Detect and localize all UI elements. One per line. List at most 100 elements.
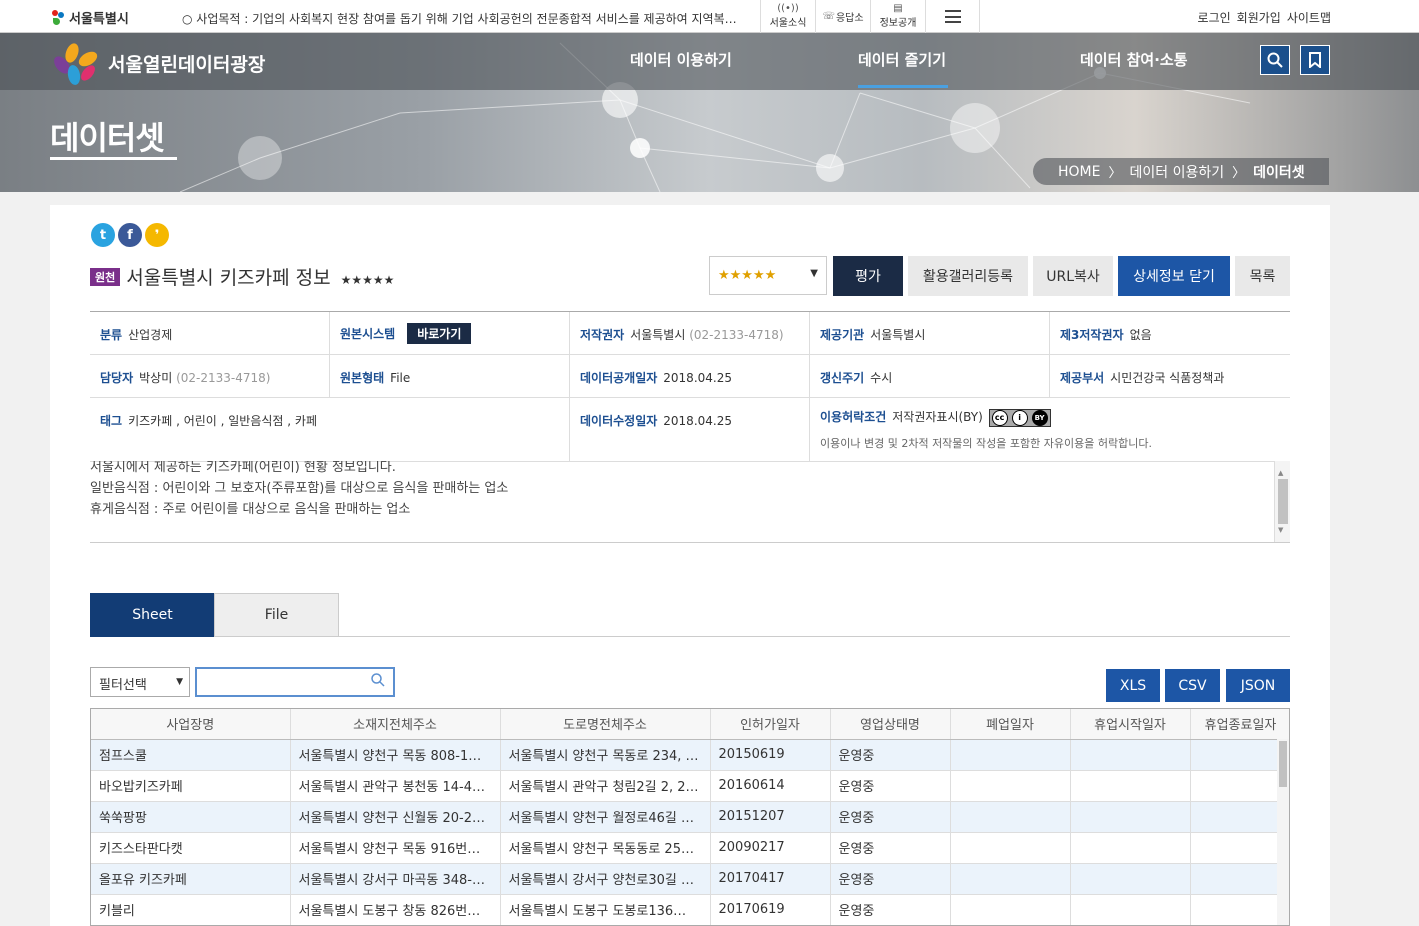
table-cell[interactable]: 점프스쿨 [91, 739, 291, 771]
table-cell[interactable] [1070, 832, 1191, 864]
column-header[interactable]: 영업상태명 [830, 709, 951, 740]
table-cell[interactable]: 서울특별시 양천구 목동 808-1… [290, 739, 501, 771]
table-row[interactable]: 키즈스타판다캣 서울특별시 양천구 목동 916번… 서울특별시 양천구 목동동로 … [91, 832, 1289, 864]
nav-participate[interactable]: 데이터 참여·소통 [1080, 49, 1188, 70]
table-cell[interactable]: 키블리 [91, 894, 291, 925]
table-cell[interactable]: 서울특별시 관악구 봉천동 14-4… [290, 770, 501, 802]
filter-search-input[interactable] [197, 669, 362, 695]
table-cell[interactable]: 서울특별시 양천구 신월동 20-2… [290, 801, 501, 833]
rating-select[interactable]: ★★★★★ ▼ [709, 256, 827, 295]
table-row[interactable]: 점프스쿨 서울특별시 양천구 목동 808-1… 서울특별시 양천구 목동로 234… [91, 739, 1289, 771]
table-cell[interactable]: 바오밥키즈카페 [91, 770, 291, 802]
login-link[interactable]: 로그인 [1198, 9, 1231, 26]
table-cell[interactable]: 서울특별시 양천구 목동 916번… [290, 832, 501, 864]
download-json-button[interactable]: JSON [1226, 669, 1290, 702]
kakaostory-icon[interactable]: ❜ [145, 223, 169, 247]
facebook-icon[interactable]: f [118, 223, 142, 247]
table-cell[interactable] [1190, 739, 1289, 771]
bookmark-button[interactable] [1300, 45, 1330, 75]
table-cell[interactable]: 운영중 [830, 801, 951, 833]
scrollbar-thumb[interactable] [1279, 741, 1287, 787]
table-cell[interactable]: 20150619 [710, 739, 831, 771]
table-cell[interactable]: 운영중 [830, 770, 951, 802]
column-header[interactable]: 인허가일자 [710, 709, 831, 740]
url-copy-button[interactable]: URL복사 [1033, 256, 1113, 296]
table-cell[interactable]: 서울특별시 강서구 양천로30길 … [500, 863, 711, 895]
scrollbar-thumb[interactable] [1278, 479, 1288, 524]
column-header[interactable]: 도로명전체주소 [500, 709, 711, 740]
table-cell[interactable]: 서울특별시 양천구 목동동로 25… [500, 832, 711, 864]
nav-enjoy-data[interactable]: 데이터 즐기기 [858, 49, 946, 70]
seoul-city-logo[interactable]: 서울특별시 [50, 8, 129, 27]
table-cell[interactable] [1190, 894, 1289, 925]
info-disclosure-button[interactable]: ▤ 정보공개 [870, 0, 925, 33]
table-cell[interactable]: 서울특별시 양천구 월정로46길 … [500, 801, 711, 833]
filter-select[interactable]: 필터선택 ▼ [90, 667, 190, 697]
column-header[interactable]: 휴업시작일자 [1070, 709, 1191, 740]
table-cell[interactable]: 운영중 [830, 832, 951, 864]
table-cell[interactable] [1070, 770, 1191, 802]
table-row[interactable]: 키블리 서울특별시 도봉구 창동 826번… 서울특별시 도봉구 도봉로136… 20… [91, 894, 1289, 925]
table-cell[interactable]: 키즈스타판다캣 [91, 832, 291, 864]
table-cell[interactable]: 20160614 [710, 770, 831, 802]
table-cell[interactable] [950, 894, 1071, 925]
table-cell[interactable]: 서울특별시 도봉구 창동 826번… [290, 894, 501, 925]
table-cell[interactable]: 올포유 키즈카페 [91, 863, 291, 895]
table-cell[interactable] [1190, 770, 1289, 802]
signup-link[interactable]: 회원가입 [1237, 9, 1281, 26]
table-cell[interactable] [950, 863, 1071, 895]
notice-ticker[interactable]: ○ 사업목적 : 기업의 사회복지 현장 참여를 돕기 위해 기업 사회공헌의 … [182, 10, 742, 27]
close-detail-button[interactable]: 상세정보 닫기 [1118, 256, 1230, 296]
nav-use-data[interactable]: 데이터 이용하기 [630, 49, 732, 70]
column-header[interactable]: 사업장명 [91, 709, 291, 740]
go-source-button[interactable]: 바로가기 [407, 323, 472, 344]
table-cell[interactable] [1070, 894, 1191, 925]
column-header[interactable]: 폐업일자 [950, 709, 1071, 740]
twitter-icon[interactable]: t [91, 223, 115, 247]
table-cell[interactable] [1070, 739, 1191, 771]
table-cell[interactable]: 쑥쑥팡팡 [91, 801, 291, 833]
download-xls-button[interactable]: XLS [1106, 669, 1160, 702]
table-cell[interactable] [950, 770, 1071, 802]
table-row[interactable]: 쑥쑥팡팡 서울특별시 양천구 신월동 20-2… 서울특별시 양천구 월정로46길 … [91, 801, 1289, 833]
table-cell[interactable] [1190, 801, 1289, 833]
response-center-button[interactable]: ☏ 응답소 [815, 0, 870, 33]
table-cell[interactable] [1190, 832, 1289, 864]
table-cell[interactable]: 서울특별시 양천구 목동로 234, … [500, 739, 711, 771]
dataset-description[interactable]: 서울시에서 제공하는 키즈카페(어린이) 현황 정보입니다. 일반음식점 : 어… [90, 461, 1290, 543]
table-cell[interactable]: 서울특별시 도봉구 도봉로136… [500, 894, 711, 925]
table-cell[interactable]: 20151207 [710, 801, 831, 833]
table-cell[interactable]: 서울특별시 강서구 마곡동 348-… [290, 863, 501, 895]
column-header[interactable]: 휴업종료일자 [1190, 709, 1289, 740]
tab-file[interactable]: File [214, 593, 339, 637]
description-scrollbar[interactable]: ▲ ▼ [1274, 461, 1290, 542]
table-cell[interactable] [950, 801, 1071, 833]
gallery-register-button[interactable]: 활용갤러리등록 [908, 256, 1028, 296]
table-cell[interactable]: 20090217 [710, 832, 831, 864]
tab-sheet[interactable]: Sheet [90, 593, 215, 637]
seoul-news-button[interactable]: ((•)) 서울소식 [760, 0, 815, 33]
table-cell[interactable]: 서울특별시 관악구 청림2길 2, 2… [500, 770, 711, 802]
table-cell[interactable]: 20170417 [710, 863, 831, 895]
breadcrumb-home[interactable]: HOME [1058, 164, 1100, 180]
grid-scrollbar[interactable] [1277, 739, 1289, 925]
table-row[interactable]: 올포유 키즈카페 서울특별시 강서구 마곡동 348-… 서울특별시 강서구 양천로… [91, 863, 1289, 895]
search-icon[interactable] [371, 673, 385, 687]
tag-list[interactable]: 키즈카페 , 어린이 , 일반음식점 , 카페 [128, 414, 317, 428]
list-button[interactable]: 목록 [1235, 256, 1290, 296]
breadcrumb-use-data[interactable]: 데이터 이용하기 [1130, 162, 1225, 182]
table-cell[interactable]: 운영중 [830, 739, 951, 771]
rate-button[interactable]: 평가 [833, 256, 903, 296]
column-header[interactable]: 소재지전체주소 [290, 709, 501, 740]
sitemap-link[interactable]: 사이트맵 [1287, 9, 1331, 26]
open-data-plaza-logo[interactable]: 서울열린데이터광장 [50, 41, 265, 85]
table-cell[interactable] [1190, 863, 1289, 895]
table-cell[interactable]: 운영중 [830, 863, 951, 895]
table-cell[interactable]: 운영중 [830, 894, 951, 925]
all-menu-button[interactable] [925, 0, 980, 33]
search-button[interactable] [1260, 45, 1290, 75]
table-cell[interactable] [1070, 801, 1191, 833]
table-row[interactable]: 바오밥키즈카페 서울특별시 관악구 봉천동 14-4… 서울특별시 관악구 청림2길… [91, 770, 1289, 802]
table-cell[interactable]: 20170619 [710, 894, 831, 925]
table-cell[interactable] [950, 739, 1071, 771]
